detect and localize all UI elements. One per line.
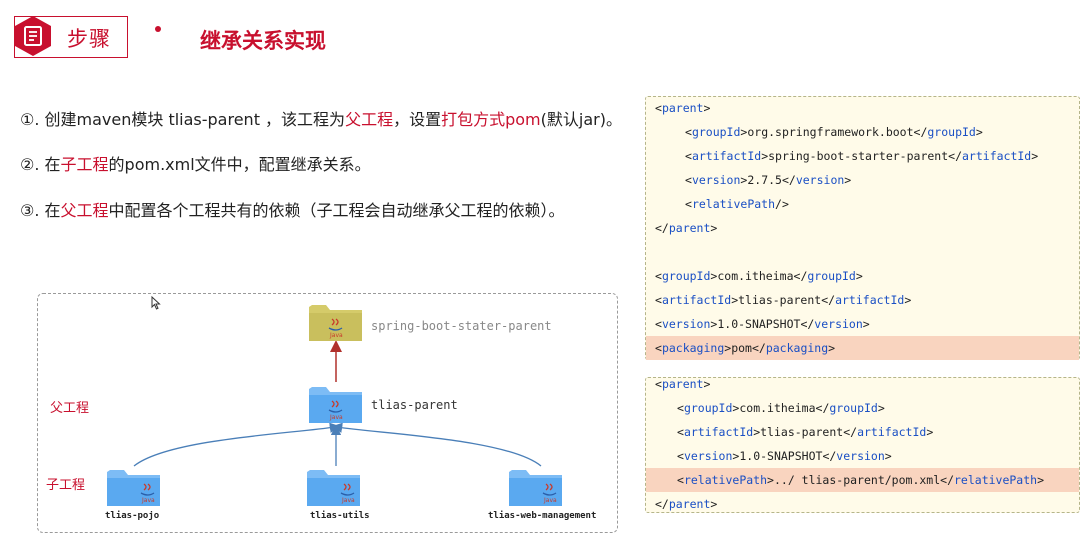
step-text: (默认jar)。 <box>540 110 622 129</box>
step-highlight: 子工程 <box>60 155 109 174</box>
step-text: ②. 在 <box>20 155 61 174</box>
step-highlight: 父工程 <box>345 110 394 129</box>
section-label: 步骤 <box>67 27 111 51</box>
child-label-utils: tlias-utils <box>310 511 370 521</box>
java-badge: Java <box>341 497 355 504</box>
child-label-pojo: tlias-pojo <box>105 511 160 521</box>
java-badge: Java <box>329 414 343 421</box>
code-line: <parent> <box>655 377 711 391</box>
bullet-dot <box>155 26 161 32</box>
step-text: 的pom.xml文件中，配置继承关系。 <box>108 155 371 174</box>
step-highlight: 父工程 <box>60 201 109 220</box>
code-line: <version>1.0-SNAPSHOT</version> <box>655 317 870 331</box>
java-badge: Java <box>141 497 155 504</box>
node-label-mid: tlias-parent <box>371 398 458 412</box>
code-line: <relativePath>../ tlias-parent/pom.xml</… <box>646 468 1079 492</box>
folder-java-icon: Java <box>307 470 360 506</box>
inheritance-diagram: Java spring-boot-stater-parent Java tlia… <box>37 293 618 533</box>
step-2: ②. 在子工程的pom.xml文件中，配置继承关系。 <box>20 151 371 175</box>
child-pom-code-panel: <parent> <groupId>com.itheima</groupId> <a… <box>645 377 1080 513</box>
code-line: <packaging>pom</packaging> <box>646 336 1079 360</box>
code-line: <groupId>com.itheima</groupId> <box>677 401 885 415</box>
folder-java-icon: Java <box>107 470 160 506</box>
code-line: <artifactId>tlias-parent</artifactId> <box>655 293 912 307</box>
step-text: ③. 在 <box>20 201 61 220</box>
code-line: <artifactId>spring-boot-starter-parent</… <box>685 149 1039 163</box>
parent-row-label: 父工程 <box>50 401 90 416</box>
folder-java-icon: Java <box>509 470 562 506</box>
code-line: <version>2.7.5</version> <box>685 173 852 187</box>
step-3: ③. 在父工程中配置各个工程共有的依赖（子工程会自动继承父工程的依赖）。 <box>20 197 565 221</box>
child-row-label: 子工程 <box>46 478 86 493</box>
child-label-web: tlias-web-management <box>488 511 597 521</box>
folder-java-icon: Java <box>309 387 362 423</box>
java-badge: Java <box>543 497 557 504</box>
node-label-top: spring-boot-stater-parent <box>371 319 552 333</box>
parent-pom-code-panel: <parent> <groupId>org.springframework.boo… <box>645 96 1080 360</box>
code-line: </parent> <box>655 497 718 511</box>
code-line: <groupId>org.springframework.boot</group… <box>685 125 983 139</box>
step-text: ①. 创建maven模块 tlias-parent ，该工程为 <box>20 110 346 129</box>
step-text: ，设置 <box>393 110 442 129</box>
code-line: <parent> <box>655 101 711 115</box>
code-line: <groupId>com.itheima</groupId> <box>655 269 863 283</box>
document-hex-icon <box>15 16 51 56</box>
section-badge: 步骤 <box>14 16 128 58</box>
step-1: ①. 创建maven模块 tlias-parent ，该工程为父工程，设置打包方… <box>20 106 622 130</box>
code-line: </parent> <box>655 221 718 235</box>
code-line: <artifactId>tlias-parent</artifactId> <box>677 425 934 439</box>
folder-java-icon: Java <box>309 305 362 341</box>
step-highlight: 打包方式pom <box>441 110 541 129</box>
code-line: <version>1.0-SNAPSHOT</version> <box>677 449 892 463</box>
java-badge: Java <box>329 332 343 339</box>
page-title: 继承关系实现 <box>200 29 326 53</box>
code-line: <relativePath/> <box>685 197 789 211</box>
step-text: 中配置各个工程共有的依赖（子工程会自动继承父工程的依赖）。 <box>108 201 565 220</box>
